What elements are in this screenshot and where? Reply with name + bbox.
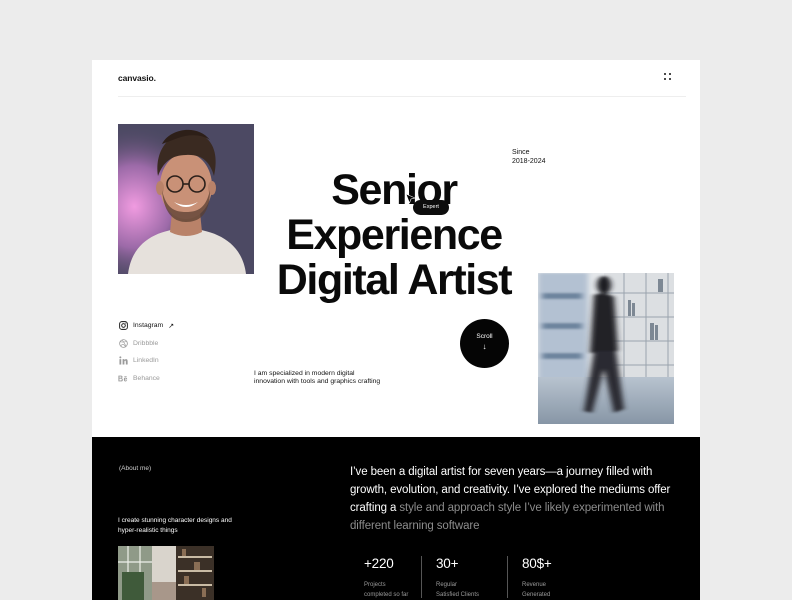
headline-line-1: Senior	[331, 166, 458, 214]
office-image	[538, 273, 674, 424]
social-label: Behance	[133, 374, 160, 382]
social-link-dribbble[interactable]: Dribbble	[118, 335, 174, 353]
expert-badge: Expert	[413, 200, 449, 215]
studio-thumbnail	[118, 546, 214, 600]
bio-muted: style and approach style I’ve likely exp…	[350, 502, 665, 532]
arrow-up-right-icon: ↗	[168, 322, 175, 330]
stats-row: +220 Projects completed so far 30+ Regul…	[350, 556, 594, 600]
portrait-image	[118, 124, 254, 274]
scroll-label: Scroll	[476, 333, 493, 340]
stat-value: +220	[364, 556, 394, 571]
since-label: Since 2018-2024	[512, 149, 546, 165]
intro-text: I am specialized in modern digital innov…	[254, 370, 381, 385]
headline-line-3: Digital Artist	[276, 256, 513, 304]
headline-line-2: Experience	[286, 211, 503, 259]
stat-label: Regular Satisfied Clients	[436, 582, 480, 598]
logo[interactable]: canvasio.	[118, 73, 156, 83]
linkedin-icon	[118, 356, 128, 366]
about-create-text: I create stunning character designs and …	[118, 517, 232, 534]
arrow-down-icon: ↓	[482, 342, 487, 351]
page-card: canvasio. Since 2018-2024 Senior Experie…	[92, 60, 700, 600]
stat-label: Revenue Generated	[522, 582, 551, 598]
stat-value: 80$+	[522, 556, 552, 571]
social-label: Dribbble	[133, 339, 159, 347]
social-link-instagram[interactable]: Instagram ↗	[118, 317, 174, 335]
about-bio: I’ve been a digital artist for seven yea…	[350, 463, 680, 535]
stat-projects: +220 Projects completed so far	[350, 556, 422, 600]
header-divider	[118, 96, 686, 97]
stat-label: Projects completed so far	[364, 582, 409, 598]
behance-icon	[118, 373, 128, 383]
about-section: (About me) I create stunning character d…	[92, 437, 700, 600]
dribbble-icon	[118, 338, 128, 348]
instagram-icon	[118, 321, 128, 331]
hero-headline: Senior Experience Digital Artist	[268, 168, 520, 303]
social-link-linkedin[interactable]: LinkedIn	[118, 352, 174, 370]
about-tag: (About me)	[119, 465, 152, 472]
scroll-button[interactable]: Scroll ↓	[460, 319, 509, 368]
stat-revenue: 80$+ Revenue Generated	[508, 556, 594, 600]
since-years: 2018-2024	[512, 157, 546, 165]
social-links: Instagram ↗ Dribbble LinkedIn Behance	[118, 317, 174, 387]
social-label: LinkedIn	[133, 357, 159, 365]
social-label: Instagram	[133, 322, 164, 330]
stat-clients: 30+ Regular Satisfied Clients	[422, 556, 508, 600]
grid-dots-icon[interactable]	[664, 73, 672, 81]
social-link-behance[interactable]: Behance	[118, 370, 174, 388]
stat-value: 30+	[436, 556, 459, 571]
